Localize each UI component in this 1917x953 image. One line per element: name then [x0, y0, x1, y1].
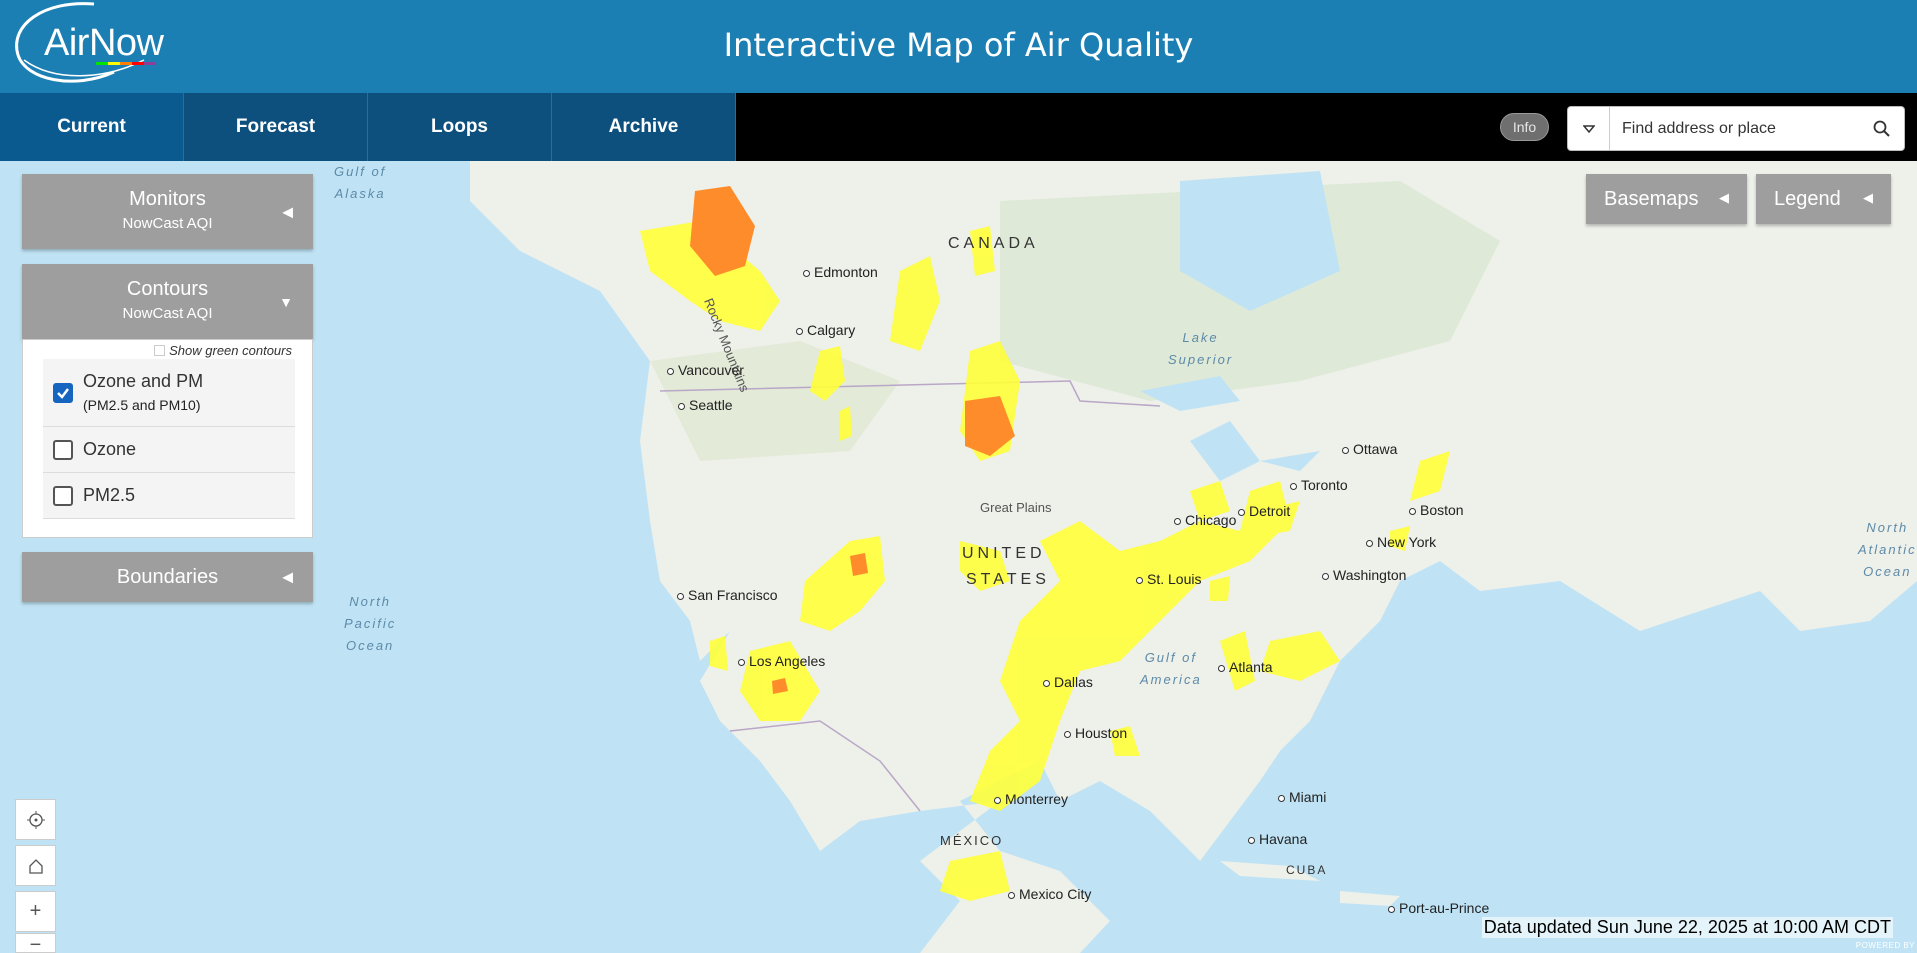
- label-gulf-of-alaska: Gulf of Alaska: [334, 164, 387, 201]
- show-green-checkbox[interactable]: [154, 345, 166, 356]
- city-boston: Boston: [1409, 502, 1464, 518]
- ozone-pm-sublabel: (PM2.5 and PM10): [83, 397, 201, 413]
- ozone-pm-label: Ozone and PM: [83, 371, 204, 391]
- app-header: AirNow Interactive Map of Air Quality: [0, 0, 1917, 93]
- search-icon[interactable]: [1872, 119, 1892, 139]
- city-atlanta: Atlanta: [1218, 659, 1273, 675]
- caret-down-icon: ▼: [279, 293, 293, 310]
- label-great-plains: Great Plains: [980, 500, 1052, 515]
- city-houston: Houston: [1064, 725, 1127, 741]
- label-cuba: CUBA: [1286, 863, 1328, 877]
- boundaries-title: Boundaries: [116, 566, 219, 588]
- powered-by-esri[interactable]: POWERED BY: [1856, 941, 1915, 950]
- pm25-label: PM2.5: [83, 485, 136, 505]
- tab-forecast[interactable]: Forecast: [184, 93, 368, 161]
- city-miami: Miami: [1278, 789, 1326, 805]
- city-st-louis: St. Louis: [1136, 571, 1201, 587]
- city-ottawa: Ottawa: [1342, 441, 1397, 457]
- city-toronto: Toronto: [1290, 477, 1348, 493]
- ozone-label: Ozone: [83, 439, 137, 459]
- contours-title: Contours: [126, 278, 209, 300]
- caret-left-icon: ◀: [282, 568, 293, 585]
- data-updated-status: Data updated Sun June 22, 2025 at 10:00 …: [1481, 917, 1893, 938]
- city-seattle: Seattle: [678, 397, 733, 413]
- tab-loops[interactable]: Loops: [368, 93, 552, 161]
- label-north-atlantic-ocean: North Atlantic Ocean: [1858, 520, 1917, 579]
- monitors-title: Monitors: [129, 188, 206, 210]
- contours-panel-header[interactable]: Contours NowCast AQI ▼: [22, 264, 313, 339]
- label-states: STATES: [966, 571, 1050, 588]
- legend-button[interactable]: Legend ◀: [1756, 174, 1891, 224]
- caret-left-icon: ◀: [1719, 190, 1729, 205]
- tab-archive[interactable]: Archive: [552, 93, 736, 161]
- city-havana: Havana: [1248, 831, 1307, 847]
- city-vancouver: Vancouver: [667, 362, 744, 378]
- label-canada: CANADA: [948, 235, 1039, 252]
- boundaries-panel-header[interactable]: Boundaries ◀: [22, 552, 313, 602]
- label-north-pacific-ocean: North Pacific Ocean: [344, 594, 397, 653]
- checkmark-icon: [57, 388, 69, 399]
- monitors-subtitle: NowCast AQI: [122, 215, 213, 232]
- city-san-francisco: San Francisco: [677, 587, 777, 603]
- page-title: Interactive Map of Air Quality: [723, 26, 1194, 64]
- contours-subtitle: NowCast AQI: [122, 305, 213, 322]
- city-new-york: New York: [1366, 534, 1436, 550]
- ozone-pm-checkbox[interactable]: [53, 383, 73, 403]
- zoom-out-button[interactable]: −: [15, 933, 56, 953]
- city-detroit: Detroit: [1238, 503, 1290, 519]
- monitors-panel-header[interactable]: Monitors NowCast AQI ◀: [22, 174, 313, 249]
- minus-icon: −: [29, 934, 42, 953]
- basemaps-button[interactable]: Basemaps ◀: [1586, 174, 1747, 224]
- caret-left-icon: ◀: [282, 203, 293, 219]
- city-port-au-prince: Port-au-Prince: [1388, 900, 1489, 916]
- ozone-checkbox[interactable]: [53, 440, 73, 460]
- option-ozone[interactable]: Ozone: [43, 427, 295, 473]
- tab-current[interactable]: Current: [0, 93, 184, 161]
- label-lake-superior: Lake Superior: [1168, 330, 1234, 367]
- pm25-checkbox[interactable]: [53, 486, 73, 506]
- city-monterrey: Monterrey: [994, 791, 1068, 807]
- city-dallas: Dallas: [1043, 674, 1093, 690]
- city-washington: Washington: [1322, 567, 1406, 583]
- city-edmonton: Edmonton: [803, 264, 878, 280]
- label-united: UNITED: [962, 545, 1046, 562]
- zoom-in-button[interactable]: +: [15, 891, 56, 932]
- info-button[interactable]: Info: [1500, 113, 1549, 141]
- city-calgary: Calgary: [796, 322, 855, 338]
- locate-icon: [26, 810, 45, 829]
- caret-down-icon: [1582, 124, 1595, 133]
- home-button[interactable]: [15, 845, 56, 886]
- option-pm25[interactable]: PM2.5: [43, 473, 295, 519]
- label-gulf-of-america: Gulf of America: [1140, 650, 1202, 687]
- caret-left-icon: ◀: [1863, 190, 1873, 205]
- city-los-angeles: Los Angeles: [738, 653, 825, 669]
- plus-icon: +: [29, 900, 42, 922]
- city-mexico-city: Mexico City: [1008, 886, 1091, 902]
- show-green-contours-toggle[interactable]: Show green contours: [154, 343, 292, 358]
- locate-button[interactable]: [15, 799, 56, 840]
- option-ozone-and-pm[interactable]: Ozone and PM (PM2.5 and PM10): [43, 359, 295, 427]
- search-input[interactable]: [1622, 117, 1862, 141]
- label-mexico: MÉXICO: [940, 833, 1004, 848]
- home-icon: [28, 858, 43, 874]
- contours-panel-body: Show green contours Ozone and PM (PM2.5 …: [22, 339, 313, 538]
- search-source-dropdown[interactable]: [1568, 107, 1610, 150]
- city-chicago: Chicago: [1174, 512, 1236, 528]
- search-box: [1567, 106, 1905, 151]
